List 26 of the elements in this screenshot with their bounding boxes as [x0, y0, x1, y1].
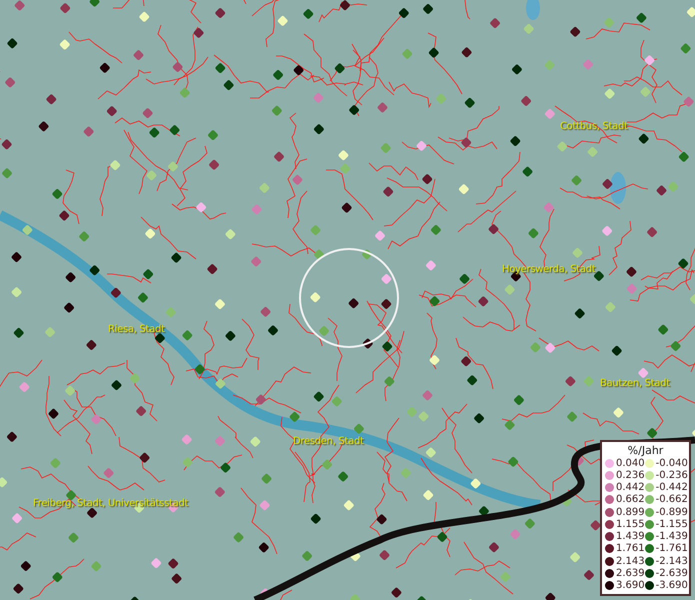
legend-value: -1.155: [656, 518, 688, 530]
legend-value: -3.690: [656, 580, 688, 592]
legend-value: 1.155: [616, 518, 645, 530]
legend-value: 0.040: [616, 458, 645, 469]
legend-value: -2.639: [656, 568, 688, 580]
legend-value: -1.761: [656, 543, 688, 554]
legend-value: -2.143: [656, 556, 688, 567]
legend-value: 0.236: [616, 470, 645, 481]
legend-value: 0.662: [616, 494, 645, 506]
legend-value: -0.040: [656, 458, 688, 469]
legend-value: -0.899: [656, 506, 688, 518]
legend-value: -0.662: [656, 494, 688, 506]
legend-value: -0.442: [656, 482, 688, 494]
legend-value: 0.899: [616, 506, 645, 518]
place-label: Bautzen, Stadt: [600, 378, 670, 389]
legend-value: -0.236: [656, 470, 688, 481]
legend-value: 2.639: [616, 568, 645, 580]
place-label: Riesa, Stadt: [108, 324, 165, 335]
legend-value: 0.442: [616, 482, 645, 494]
legend-value: 1.439: [616, 531, 645, 542]
legend-title: %/Jahr: [626, 444, 664, 457]
legend-value: 1.761: [616, 543, 645, 554]
legend-value: -1.439: [656, 531, 688, 542]
legend-value: 2.143: [616, 556, 645, 567]
legend-value: 3.690: [616, 580, 645, 592]
place-label: Cottbus, Stadt: [560, 121, 628, 132]
